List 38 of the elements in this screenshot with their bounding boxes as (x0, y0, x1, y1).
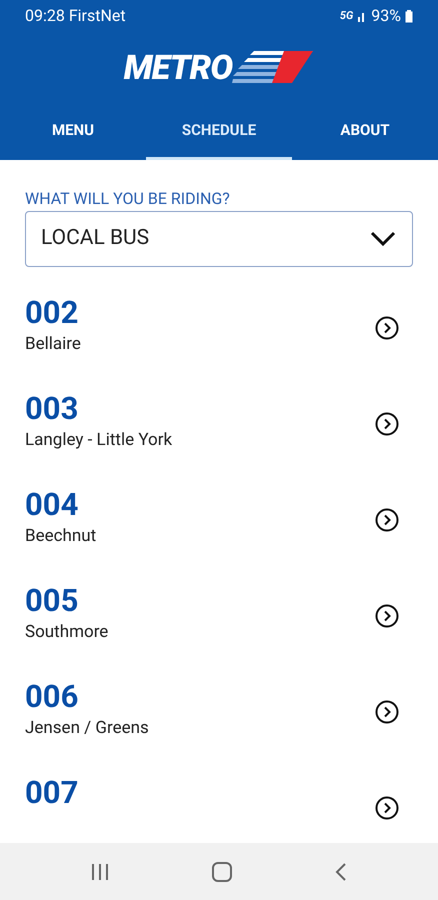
route-row[interactable]: 002 Bellaire (0, 295, 438, 391)
route-number: 002 (25, 295, 80, 331)
route-number: 004 (25, 487, 80, 523)
route-number: 003 (25, 391, 80, 427)
route-row[interactable]: 006 Jensen / Greens (0, 679, 438, 775)
route-number: 006 (25, 679, 80, 715)
logo-text: METRO (124, 51, 232, 85)
route-row[interactable]: 004 Beechnut (0, 487, 438, 583)
battery-percent: 93% (371, 5, 401, 27)
tab[interactable]: MENU (0, 104, 146, 160)
route-name: Bellaire (25, 333, 81, 355)
route-number: 007 (25, 775, 78, 811)
chevron-right-circle-icon[interactable] (374, 795, 400, 821)
home-icon[interactable] (210, 860, 233, 882)
mode-dropdown[interactable]: LOCAL BUS (25, 211, 413, 267)
route-name: Beechnut (25, 525, 96, 547)
route-row[interactable]: 003 Langley - Little York (0, 391, 438, 487)
tab[interactable]: ABOUT (292, 104, 438, 160)
recent-apps-icon[interactable] (90, 862, 110, 880)
chevron-right-circle-icon[interactable] (374, 699, 400, 725)
tab[interactable]: SCHEDULE (146, 104, 292, 160)
chevron-right-circle-icon[interactable] (374, 411, 400, 437)
picker-label: WHAT WILL YOU BE RIDING? (25, 189, 231, 209)
back-icon[interactable] (334, 862, 348, 882)
route-row[interactable]: 007 (0, 775, 438, 843)
status-time-carrier: 09:28 FirstNet (25, 5, 126, 27)
route-name: Jensen / Greens (25, 717, 149, 739)
route-number: 005 (25, 583, 80, 619)
logo-stripes-icon (232, 50, 314, 86)
route-name: Langley - Little York (25, 429, 172, 451)
battery-icon (405, 10, 413, 22)
chevron-right-circle-icon[interactable] (374, 315, 400, 341)
chevron-right-circle-icon[interactable] (374, 603, 400, 629)
route-row[interactable]: 005 Southmore (0, 583, 438, 679)
route-name: Southmore (25, 621, 108, 643)
chevron-down-icon (369, 230, 397, 248)
chevron-right-circle-icon[interactable] (374, 507, 400, 533)
network-indicator: 5G (340, 8, 354, 24)
